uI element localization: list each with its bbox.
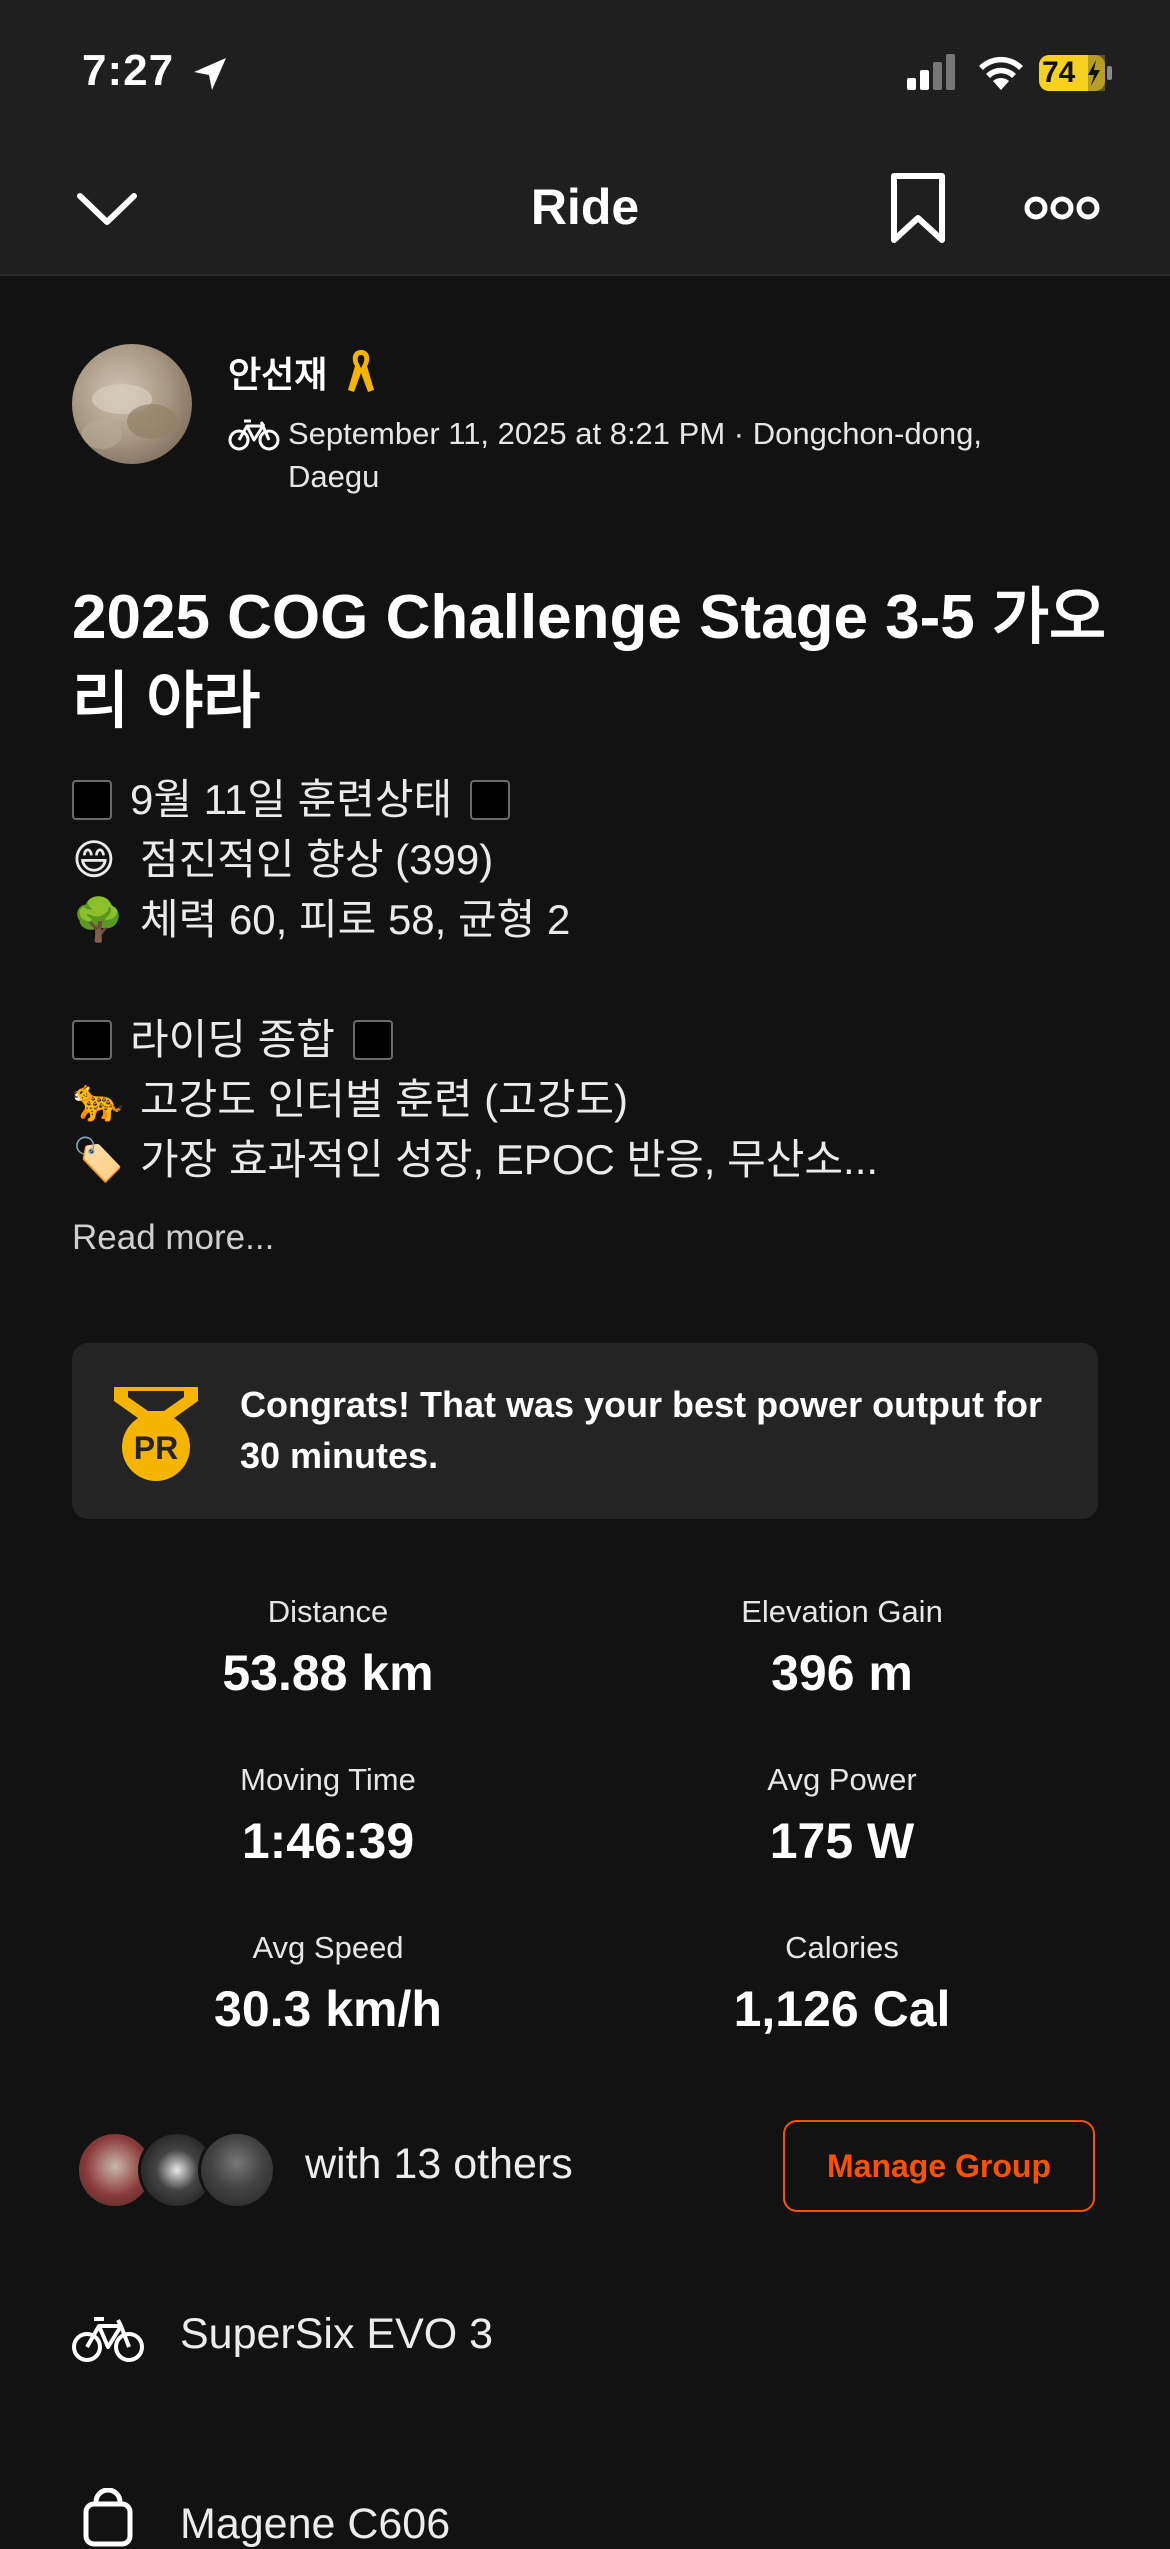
stat-value: 30.3 km/h bbox=[214, 1981, 442, 2037]
status-bar: 7:27 74 bbox=[0, 0, 1170, 150]
athlete-avatar[interactable] bbox=[72, 344, 192, 464]
cellular-signal-icon bbox=[907, 54, 955, 90]
awareness-ribbon-icon bbox=[348, 350, 374, 392]
bike-icon bbox=[228, 419, 280, 451]
description-line: 😄 점진적인 향상 (399) bbox=[72, 830, 1112, 890]
description-text: 가장 효과적인 성장, EPOC 반응, 무산소... bbox=[140, 1136, 879, 1183]
grinning-emoji-icon: 😄 bbox=[72, 836, 116, 883]
pr-badge-text: PR bbox=[134, 1430, 178, 1466]
stat-label: Avg Power bbox=[767, 1762, 917, 1797]
stat-label: Moving Time bbox=[240, 1762, 416, 1797]
description-line: 🐆 고강도 인터벌 훈련 (고강도) bbox=[72, 1070, 1112, 1130]
activity-title: 2025 COG Challenge Stage 3-5 가오리 야라 bbox=[72, 583, 1107, 736]
tree-emoji-icon: 🌳 bbox=[72, 896, 125, 943]
stat-distance: Distance 53.88 km bbox=[68, 1594, 588, 1702]
black-square-icon bbox=[72, 1020, 112, 1060]
bike-icon bbox=[72, 2317, 144, 2362]
label-tag-emoji-icon: 🏷️ bbox=[72, 1136, 125, 1183]
description-text: 점진적인 향상 (399) bbox=[140, 836, 494, 883]
gear-bike-name[interactable]: SuperSix EVO 3 bbox=[180, 2310, 493, 2359]
bike-computer-icon bbox=[83, 2488, 133, 2547]
top-nav-bar: Ride bbox=[0, 150, 1170, 276]
athlete-name[interactable]: 안선재 bbox=[228, 346, 327, 398]
stat-label: Avg Speed bbox=[252, 1930, 404, 1965]
stat-elevation-gain: Elevation Gain 396 m bbox=[582, 1594, 1102, 1702]
stat-calories: Calories 1,126 Cal bbox=[582, 1930, 1102, 2038]
activity-meta: September 11, 2025 at 8:21 PM · Dongchon… bbox=[288, 416, 982, 494]
pr-achievement-card[interactable]: PR Congrats! That was your best power ou… bbox=[72, 1343, 1098, 1519]
description-text: 라이딩 종합 bbox=[130, 1016, 335, 1063]
black-square-icon bbox=[352, 1020, 393, 1060]
stat-value: 53.88 km bbox=[222, 1645, 434, 1701]
location-arrow-icon bbox=[194, 58, 226, 90]
group-member-avatar[interactable] bbox=[198, 2131, 276, 2209]
status-time: 7:27 bbox=[82, 46, 175, 95]
description-line: 라이딩 종합 bbox=[72, 1010, 1112, 1070]
stat-value: 175 W bbox=[769, 1813, 915, 1869]
battery-level: 74 bbox=[1042, 56, 1076, 89]
read-more-link[interactable]: Read more... bbox=[72, 1218, 274, 1258]
description-line: 🌳 체력 60, 피로 58, 균형 2 bbox=[72, 890, 1112, 950]
stat-moving-time: Moving Time 1:46:39 bbox=[68, 1762, 588, 1870]
pr-message: Congrats! That was your best power outpu… bbox=[240, 1384, 1043, 1476]
page-title: Ride bbox=[530, 179, 640, 235]
black-square-icon bbox=[72, 780, 112, 820]
stat-avg-power: Avg Power 175 W bbox=[582, 1762, 1102, 1870]
stat-label: Distance bbox=[267, 1594, 389, 1629]
gear-device-name[interactable]: Magene C606 bbox=[180, 2500, 450, 2549]
black-square-icon bbox=[470, 780, 511, 820]
wifi-icon bbox=[979, 56, 1023, 90]
stat-value: 396 m bbox=[771, 1645, 913, 1701]
group-others-text[interactable]: with 13 others bbox=[305, 2140, 573, 2189]
description-line: 9월 11일 훈련상태 bbox=[72, 770, 1112, 830]
description-text: 체력 60, 피로 58, 균형 2 bbox=[140, 896, 571, 943]
stat-label: Elevation Gain bbox=[741, 1594, 943, 1629]
stat-label: Calories bbox=[785, 1930, 899, 1965]
pr-medal-icon: PR bbox=[114, 1387, 198, 1481]
activity-description: 9월 11일 훈련상태 😄 점진적인 향상 (399) 🌳 체력 60, 피로 … bbox=[72, 770, 1112, 1190]
description-line: 🏷️ 가장 효과적인 성장, EPOC 반응, 무산소... bbox=[72, 1130, 1112, 1190]
description-text: 고강도 인터벌 훈련 (고강도) bbox=[140, 1076, 629, 1123]
stat-value: 1:46:39 bbox=[241, 1813, 415, 1869]
manage-group-button[interactable]: Manage Group bbox=[783, 2120, 1095, 2212]
bookmark-icon[interactable] bbox=[888, 172, 948, 244]
more-options-icon[interactable] bbox=[1024, 190, 1100, 226]
description-text: 9월 11일 훈련상태 bbox=[130, 776, 453, 823]
stat-value: 1,126 Cal bbox=[733, 1981, 951, 2037]
stat-avg-speed: Avg Speed 30.3 km/h bbox=[68, 1930, 588, 2038]
leopard-emoji-icon: 🐆 bbox=[72, 1076, 125, 1123]
